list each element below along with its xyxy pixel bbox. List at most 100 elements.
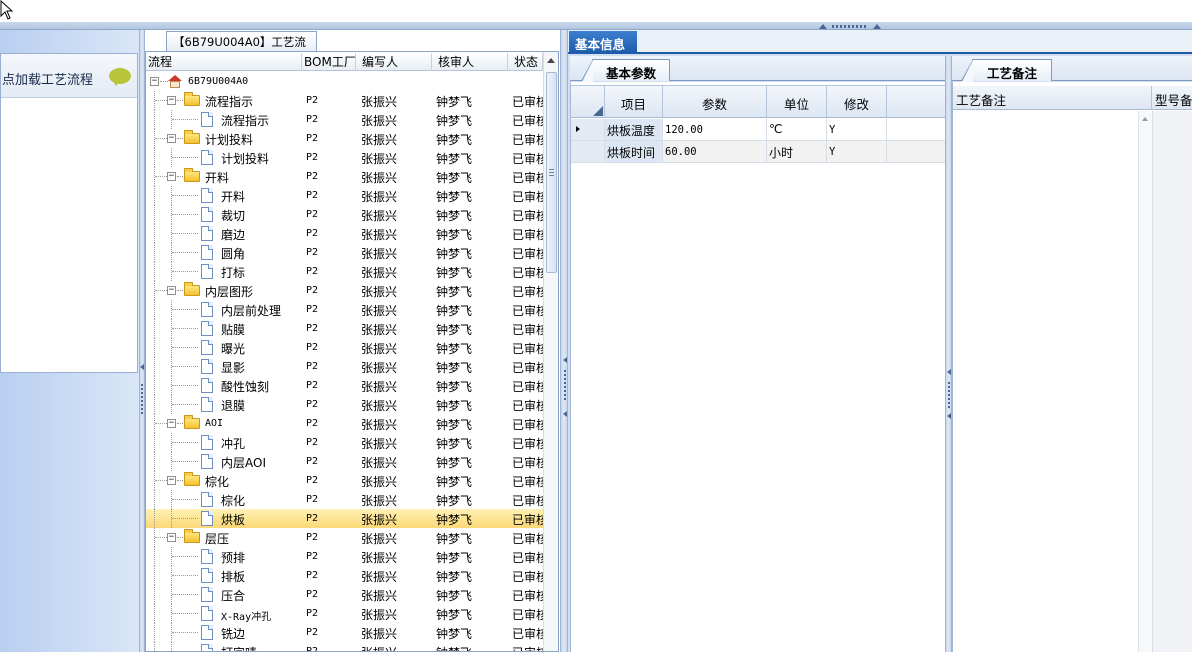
collapse-toggle-icon[interactable]: − [167, 134, 176, 143]
tree-folder-row[interactable]: − 棕化 P2 张振兴 钟梦飞 已审核 [146, 471, 543, 490]
tree-leaf-row[interactable]: 内层AOI P2 张振兴 钟梦飞 已审核 [146, 452, 543, 471]
collapse-toggle-icon[interactable]: − [167, 419, 176, 428]
tree-leaf-row[interactable]: 磨边 P2 张振兴 钟梦飞 已审核 [146, 224, 543, 243]
splitter-grip-icon[interactable] [141, 384, 143, 414]
param-modify-cell[interactable]: Y [827, 141, 887, 162]
param-value-cell[interactable]: 60.00 [663, 141, 767, 162]
collapse-left-icon[interactable] [947, 369, 951, 375]
column-header-status[interactable]: 状态 [508, 53, 543, 71]
chat-bubble-icon[interactable] [109, 68, 131, 86]
collapse-left-icon[interactable] [563, 357, 567, 363]
tree-connector [177, 480, 183, 481]
collapse-left-icon[interactable] [140, 364, 144, 370]
notes-vertical-scrollbar[interactable] [1138, 111, 1152, 652]
tree-folder-row[interactable]: − 流程指示 P2 张振兴 钟梦飞 已审核 [146, 91, 543, 110]
model-note-cell[interactable] [1152, 111, 1192, 652]
reviewer-cell: 钟梦飞 [436, 494, 473, 508]
tree-leaf-row[interactable]: 打字唛 P2 张振兴 钟梦飞 已审核 [146, 642, 543, 651]
collapse-up-icon[interactable] [873, 24, 881, 29]
row-selector[interactable] [571, 119, 605, 140]
tree-connector [155, 138, 167, 139]
tree-connector [154, 452, 155, 471]
tree-connector [155, 100, 167, 101]
tree-connector [177, 290, 183, 291]
tree-leaf-row[interactable]: 曝光 P2 张振兴 钟梦飞 已审核 [146, 338, 543, 357]
tab-basic-params[interactable]: 基本参数 [581, 59, 670, 82]
column-header-process[interactable]: 流程 [146, 53, 302, 71]
collapse-toggle-icon[interactable]: − [167, 533, 176, 542]
column-header-bom[interactable]: BOM工厂 [302, 53, 356, 71]
param-row[interactable]: 烘板温度 120.00 ℃ Y [571, 119, 945, 141]
splitter-grip-icon[interactable] [564, 370, 566, 400]
tree-leaf-row[interactable]: 贴膜 P2 张振兴 钟梦飞 已审核 [146, 319, 543, 338]
row-header-corner[interactable] [571, 86, 605, 118]
tree-leaf-row[interactable]: 流程指示 P2 张振兴 钟梦飞 已审核 [146, 110, 543, 129]
bom-cell: P2 [306, 494, 319, 505]
tree-folder-row[interactable]: − AOI P2 张振兴 钟梦飞 已审核 [146, 414, 543, 433]
tree-folder-row[interactable]: − 计划投料 P2 张振兴 钟梦飞 已审核 [146, 129, 543, 148]
scroll-up-icon[interactable] [1142, 117, 1148, 121]
tree-leaf-row[interactable]: 圆角 P2 张振兴 钟梦飞 已审核 [146, 243, 543, 262]
tree-leaf-row[interactable]: 酸性蚀刻 P2 张振兴 钟梦飞 已审核 [146, 376, 543, 395]
tree-folder-row[interactable]: − 层压 P2 张振兴 钟梦飞 已审核 [146, 528, 543, 547]
collapse-left-icon[interactable] [947, 413, 951, 419]
splitter-grip-icon[interactable] [832, 25, 868, 28]
param-row[interactable]: 烘板时间 60.00 小时 Y [571, 141, 945, 163]
tree-folder-row[interactable]: − 开料 P2 张振兴 钟梦飞 已审核 [146, 167, 543, 186]
tree-node-label: AOI [205, 418, 224, 429]
tree-leaf-row[interactable]: 冲孔 P2 张振兴 钟梦飞 已审核 [146, 433, 543, 452]
tree-folder-row[interactable]: − 内层图形 P2 张振兴 钟梦飞 已审核 [146, 281, 543, 300]
bom-cell: P2 [306, 133, 319, 144]
tree-leaf-row[interactable]: 内层前处理 P2 张振兴 钟梦飞 已审核 [146, 300, 543, 319]
param-value-cell[interactable]: 120.00 [663, 119, 767, 140]
column-header-process-note[interactable]: 工艺备注 [953, 86, 1152, 110]
column-header-modify[interactable]: 修改 [827, 86, 887, 118]
collapse-toggle-icon[interactable]: − [167, 96, 176, 105]
collapse-left-icon[interactable] [563, 411, 567, 417]
column-header-writer[interactable]: 编写人 [358, 53, 432, 71]
top-splitter[interactable] [0, 22, 1192, 30]
tree-root-row[interactable]: − 6B79U004A0 [146, 72, 543, 91]
status-cell: 已审核 [512, 285, 543, 299]
splitter-grip-icon[interactable] [948, 382, 950, 410]
tree-leaf-row[interactable]: 裁切 P2 张振兴 钟梦飞 已审核 [146, 205, 543, 224]
folder-icon [184, 92, 200, 106]
status-cell: 已审核 [512, 247, 543, 261]
tree-leaf-row[interactable]: 棕化 P2 张振兴 钟梦飞 已审核 [146, 490, 543, 509]
tree-leaf-row[interactable]: 计划投料 P2 张振兴 钟梦飞 已审核 [146, 148, 543, 167]
tree-leaf-row[interactable]: 开料 P2 张振兴 钟梦飞 已审核 [146, 186, 543, 205]
scroll-up-icon[interactable] [547, 58, 555, 63]
load-process-item[interactable]: 点加载工艺流程 [1, 54, 137, 98]
tree-leaf-row[interactable]: 退膜 P2 张振兴 钟梦飞 已审核 [146, 395, 543, 414]
collapse-up-icon[interactable] [819, 24, 827, 29]
bom-cell: P2 [306, 228, 319, 239]
column-header-reviewer[interactable]: 核审人 [433, 53, 508, 71]
collapse-toggle-icon[interactable]: − [150, 77, 159, 86]
tree-leaf-row[interactable]: 烘板 P2 张振兴 钟梦飞 已审核 [146, 509, 543, 528]
tab-basic-info[interactable]: 基本信息 [569, 31, 637, 54]
column-header-model-note[interactable]: 型号备注 [1152, 86, 1192, 110]
column-header-unit[interactable]: 单位 [767, 86, 827, 118]
tree-leaf-row[interactable]: 压合 P2 张振兴 钟梦飞 已审核 [146, 585, 543, 604]
tree-leaf-row[interactable]: 排板 P2 张振兴 钟梦飞 已审核 [146, 566, 543, 585]
row-selector[interactable] [571, 141, 605, 162]
tree-leaf-row[interactable]: 铣边 P2 张振兴 钟梦飞 已审核 [146, 623, 543, 642]
column-header-value[interactable]: 参数 [663, 86, 767, 118]
collapse-toggle-icon[interactable]: − [167, 476, 176, 485]
tree-leaf-row[interactable]: X-Ray冲孔 P2 张振兴 钟梦飞 已审核 [146, 604, 543, 623]
tree-leaf-row[interactable]: 打标 P2 张振兴 钟梦飞 已审核 [146, 262, 543, 281]
middle-splitter[interactable] [560, 30, 568, 652]
tab-process-notes[interactable]: 工艺备注 [961, 59, 1052, 82]
column-header-item[interactable]: 项目 [605, 86, 663, 118]
tree-leaf-row[interactable]: 预排 P2 张振兴 钟梦飞 已审核 [146, 547, 543, 566]
tree-connector [172, 271, 198, 272]
collapse-toggle-icon[interactable]: − [167, 286, 176, 295]
param-modify-cell[interactable]: Y [827, 119, 887, 140]
status-cell: 已审核 [512, 644, 543, 651]
tree-leaf-row[interactable]: 显影 P2 张振兴 钟梦飞 已审核 [146, 357, 543, 376]
scroll-thumb[interactable] [546, 72, 557, 273]
right-splitter[interactable] [945, 56, 952, 652]
collapse-toggle-icon[interactable]: − [167, 172, 176, 181]
tree-connector [172, 328, 198, 329]
tree-vertical-scrollbar[interactable] [543, 52, 558, 651]
